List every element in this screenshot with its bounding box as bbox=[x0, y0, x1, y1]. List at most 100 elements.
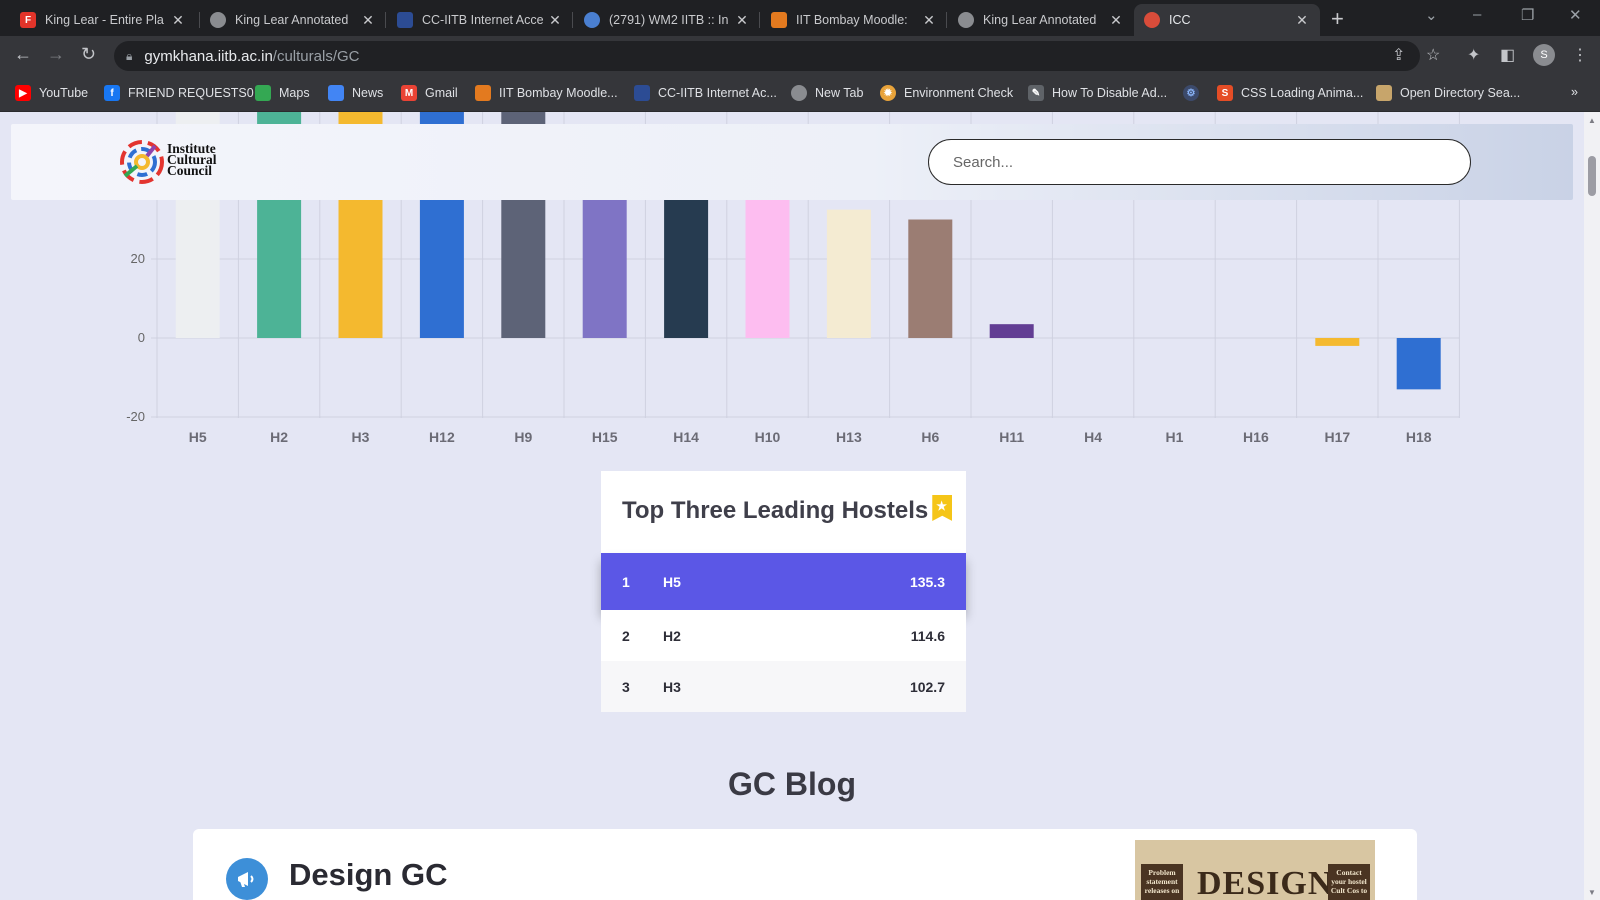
bookmark-star-icon[interactable]: ☆ bbox=[1426, 45, 1440, 65]
x-tick-label: H17 bbox=[1324, 429, 1350, 445]
logo-text: Institute Cultural Council bbox=[167, 142, 217, 178]
close-icon[interactable]: ✕ bbox=[360, 12, 376, 29]
logo-line: Council bbox=[167, 163, 213, 178]
scroll-down-icon[interactable]: ▼ bbox=[1588, 888, 1596, 897]
bookmark-label: FRIEND REQUESTS0 bbox=[128, 86, 254, 100]
tab-strip: F King Lear - Entire Pla ✕ King Lear Ann… bbox=[0, 0, 1600, 36]
bookmark-friend-requests[interactable]: f FRIEND REQUESTS0 bbox=[104, 85, 254, 101]
bookmark-label: New Tab bbox=[815, 86, 864, 100]
bookmark-settings[interactable]: ⚙ bbox=[1183, 85, 1207, 101]
bookmarks-bar: ▶ YouTube f FRIEND REQUESTS0 Maps News M… bbox=[0, 76, 1600, 112]
y-tick-label: -20 bbox=[126, 409, 145, 424]
more-bookmarks-icon[interactable]: » bbox=[1571, 85, 1578, 99]
tab-search-icon[interactable]: ⌄ bbox=[1425, 6, 1438, 24]
moodle-icon bbox=[475, 85, 491, 101]
bookmark-moodle[interactable]: IIT Bombay Moodle... bbox=[475, 85, 618, 101]
iitb-icon bbox=[634, 85, 650, 101]
x-tick-label: H18 bbox=[1406, 429, 1432, 445]
globe-icon bbox=[210, 12, 226, 28]
new-tab-button[interactable]: + bbox=[1331, 6, 1344, 32]
bookmark-css-loading[interactable]: S CSS Loading Anima... bbox=[1217, 85, 1363, 101]
chart-bar-h10 bbox=[745, 187, 790, 338]
close-icon[interactable]: ✕ bbox=[921, 12, 937, 29]
tab-moodle[interactable]: IIT Bombay Moodle: ✕ bbox=[761, 4, 947, 36]
address-bar[interactable]: 🔒︎ gymkhana.iitb.ac.in /culturals/GC bbox=[114, 41, 1420, 71]
chart-x-labels: H5 H2 H3 H12 H9 H15 H14 H10 H13 H6 H11 H4 H1 H16 H17 H1… bbox=[189, 429, 1432, 445]
close-icon[interactable]: ✕ bbox=[734, 12, 750, 29]
reload-icon[interactable]: ↻ bbox=[81, 44, 96, 65]
bookmark-label: Environment Check bbox=[904, 86, 1014, 100]
bookmark-gmail[interactable]: M Gmail bbox=[401, 85, 458, 101]
close-icon[interactable]: ✕ bbox=[170, 12, 186, 29]
leaderboard-row[interactable]: 3 H3 102.7 bbox=[601, 661, 966, 712]
poster-right-note: Contact your hostel Cult Cos to bbox=[1328, 864, 1370, 900]
gmail-icon: M bbox=[401, 85, 417, 101]
bookmark-label: CC-IITB Internet Ac... bbox=[658, 86, 777, 100]
leaderboard-title-text: Top Three Leading Hostels bbox=[622, 497, 929, 524]
x-tick-label: H16 bbox=[1243, 429, 1269, 445]
tab-title: IIT Bombay Moodle: bbox=[796, 13, 908, 27]
pen-icon: ✎ bbox=[1028, 85, 1044, 101]
hostel-name: H3 bbox=[663, 678, 681, 695]
tab-wm2[interactable]: (2791) WM2 IITB :: In ✕ bbox=[574, 4, 760, 36]
tab-title: CC-IITB Internet Acce bbox=[422, 13, 544, 27]
x-tick-label: H15 bbox=[592, 429, 618, 445]
bookmark-open-directory[interactable]: Open Directory Sea... bbox=[1376, 85, 1520, 101]
bookmark-label: How To Disable Ad... bbox=[1052, 86, 1168, 100]
bookmark-label: Maps bbox=[279, 86, 310, 100]
scrollbar-thumb[interactable] bbox=[1588, 156, 1596, 196]
x-tick-label: H14 bbox=[673, 429, 699, 445]
scroll-up-icon[interactable]: ▲ bbox=[1588, 116, 1596, 125]
leaderboard-row[interactable]: 1 H5 135.3 bbox=[601, 553, 966, 610]
restore-icon[interactable]: ❐ bbox=[1521, 6, 1534, 24]
url-path: /culturals/GC bbox=[272, 47, 360, 65]
poster-left-note: Problem statement releases on bbox=[1141, 864, 1183, 900]
tab-divider bbox=[385, 12, 386, 28]
tab-cc-iitb[interactable]: CC-IITB Internet Acce ✕ bbox=[387, 4, 573, 36]
news-icon bbox=[328, 85, 344, 101]
side-panel-icon[interactable]: ◧ bbox=[1500, 45, 1515, 65]
bookmark-label: Gmail bbox=[425, 86, 458, 100]
icc-logo[interactable]: Institute Cultural Council bbox=[117, 136, 237, 188]
window-close-icon[interactable]: ✕ bbox=[1569, 6, 1582, 24]
settings-icon: ⚙ bbox=[1183, 85, 1199, 101]
tab-title: King Lear - Entire Pla bbox=[45, 13, 164, 27]
blog-heading: GC Blog bbox=[728, 766, 856, 802]
bookmark-disable-ads[interactable]: ✎ How To Disable Ad... bbox=[1028, 85, 1167, 101]
bookmark-news[interactable]: News bbox=[328, 85, 383, 101]
bookmark-cc-iitb[interactable]: CC-IITB Internet Ac... bbox=[634, 85, 777, 101]
menu-icon[interactable]: ⋮ bbox=[1572, 45, 1588, 65]
close-icon[interactable]: ✕ bbox=[547, 12, 563, 29]
page-scrollbar[interactable]: ▲ ▼ bbox=[1584, 112, 1600, 900]
close-icon[interactable]: ✕ bbox=[1108, 12, 1124, 29]
tab-icc[interactable]: ICC ✕ bbox=[1134, 4, 1320, 36]
globe-icon bbox=[791, 85, 807, 101]
blog-card[interactable]: Design GC Problem statement releases on … bbox=[193, 829, 1417, 900]
minimize-icon[interactable]: – bbox=[1473, 6, 1481, 23]
bookmark-environment-check[interactable]: ✹ Environment Check bbox=[880, 85, 1013, 101]
bookmark-label: CSS Loading Anima... bbox=[1241, 86, 1364, 100]
close-icon[interactable]: ✕ bbox=[1294, 12, 1310, 29]
forward-icon[interactable]: → bbox=[47, 44, 65, 65]
share-icon[interactable]: ⇪ bbox=[1392, 45, 1405, 65]
tab-divider bbox=[759, 12, 760, 28]
bookmark-label: Open Directory Sea... bbox=[1400, 86, 1521, 100]
tab-king-lear-annotated-1[interactable]: King Lear Annotated ✕ bbox=[200, 4, 386, 36]
chart-bar-h6 bbox=[908, 219, 953, 338]
extensions-icon[interactable]: ✦ bbox=[1467, 45, 1480, 65]
bookmark-youtube[interactable]: ▶ YouTube bbox=[15, 85, 88, 101]
bookmark-new-tab[interactable]: New Tab bbox=[791, 85, 863, 101]
hostel-score: 114.6 bbox=[910, 627, 945, 644]
rank: 1 bbox=[622, 573, 630, 590]
rank: 3 bbox=[622, 678, 630, 695]
back-icon[interactable]: ← bbox=[14, 44, 32, 65]
bookmark-maps[interactable]: Maps bbox=[255, 85, 310, 101]
profile-avatar[interactable]: S bbox=[1533, 44, 1555, 66]
tab-king-lear-1[interactable]: F King Lear - Entire Pla ✕ bbox=[10, 4, 196, 36]
leaderboard-row[interactable]: 2 H2 114.6 bbox=[601, 610, 966, 661]
site-header: Institute Cultural Council bbox=[11, 124, 1573, 200]
search-input[interactable] bbox=[928, 139, 1471, 185]
tab-title: King Lear Annotated bbox=[235, 13, 349, 27]
tab-king-lear-annotated-2[interactable]: King Lear Annotated ✕ bbox=[948, 4, 1134, 36]
x-tick-label: H12 bbox=[429, 429, 455, 445]
